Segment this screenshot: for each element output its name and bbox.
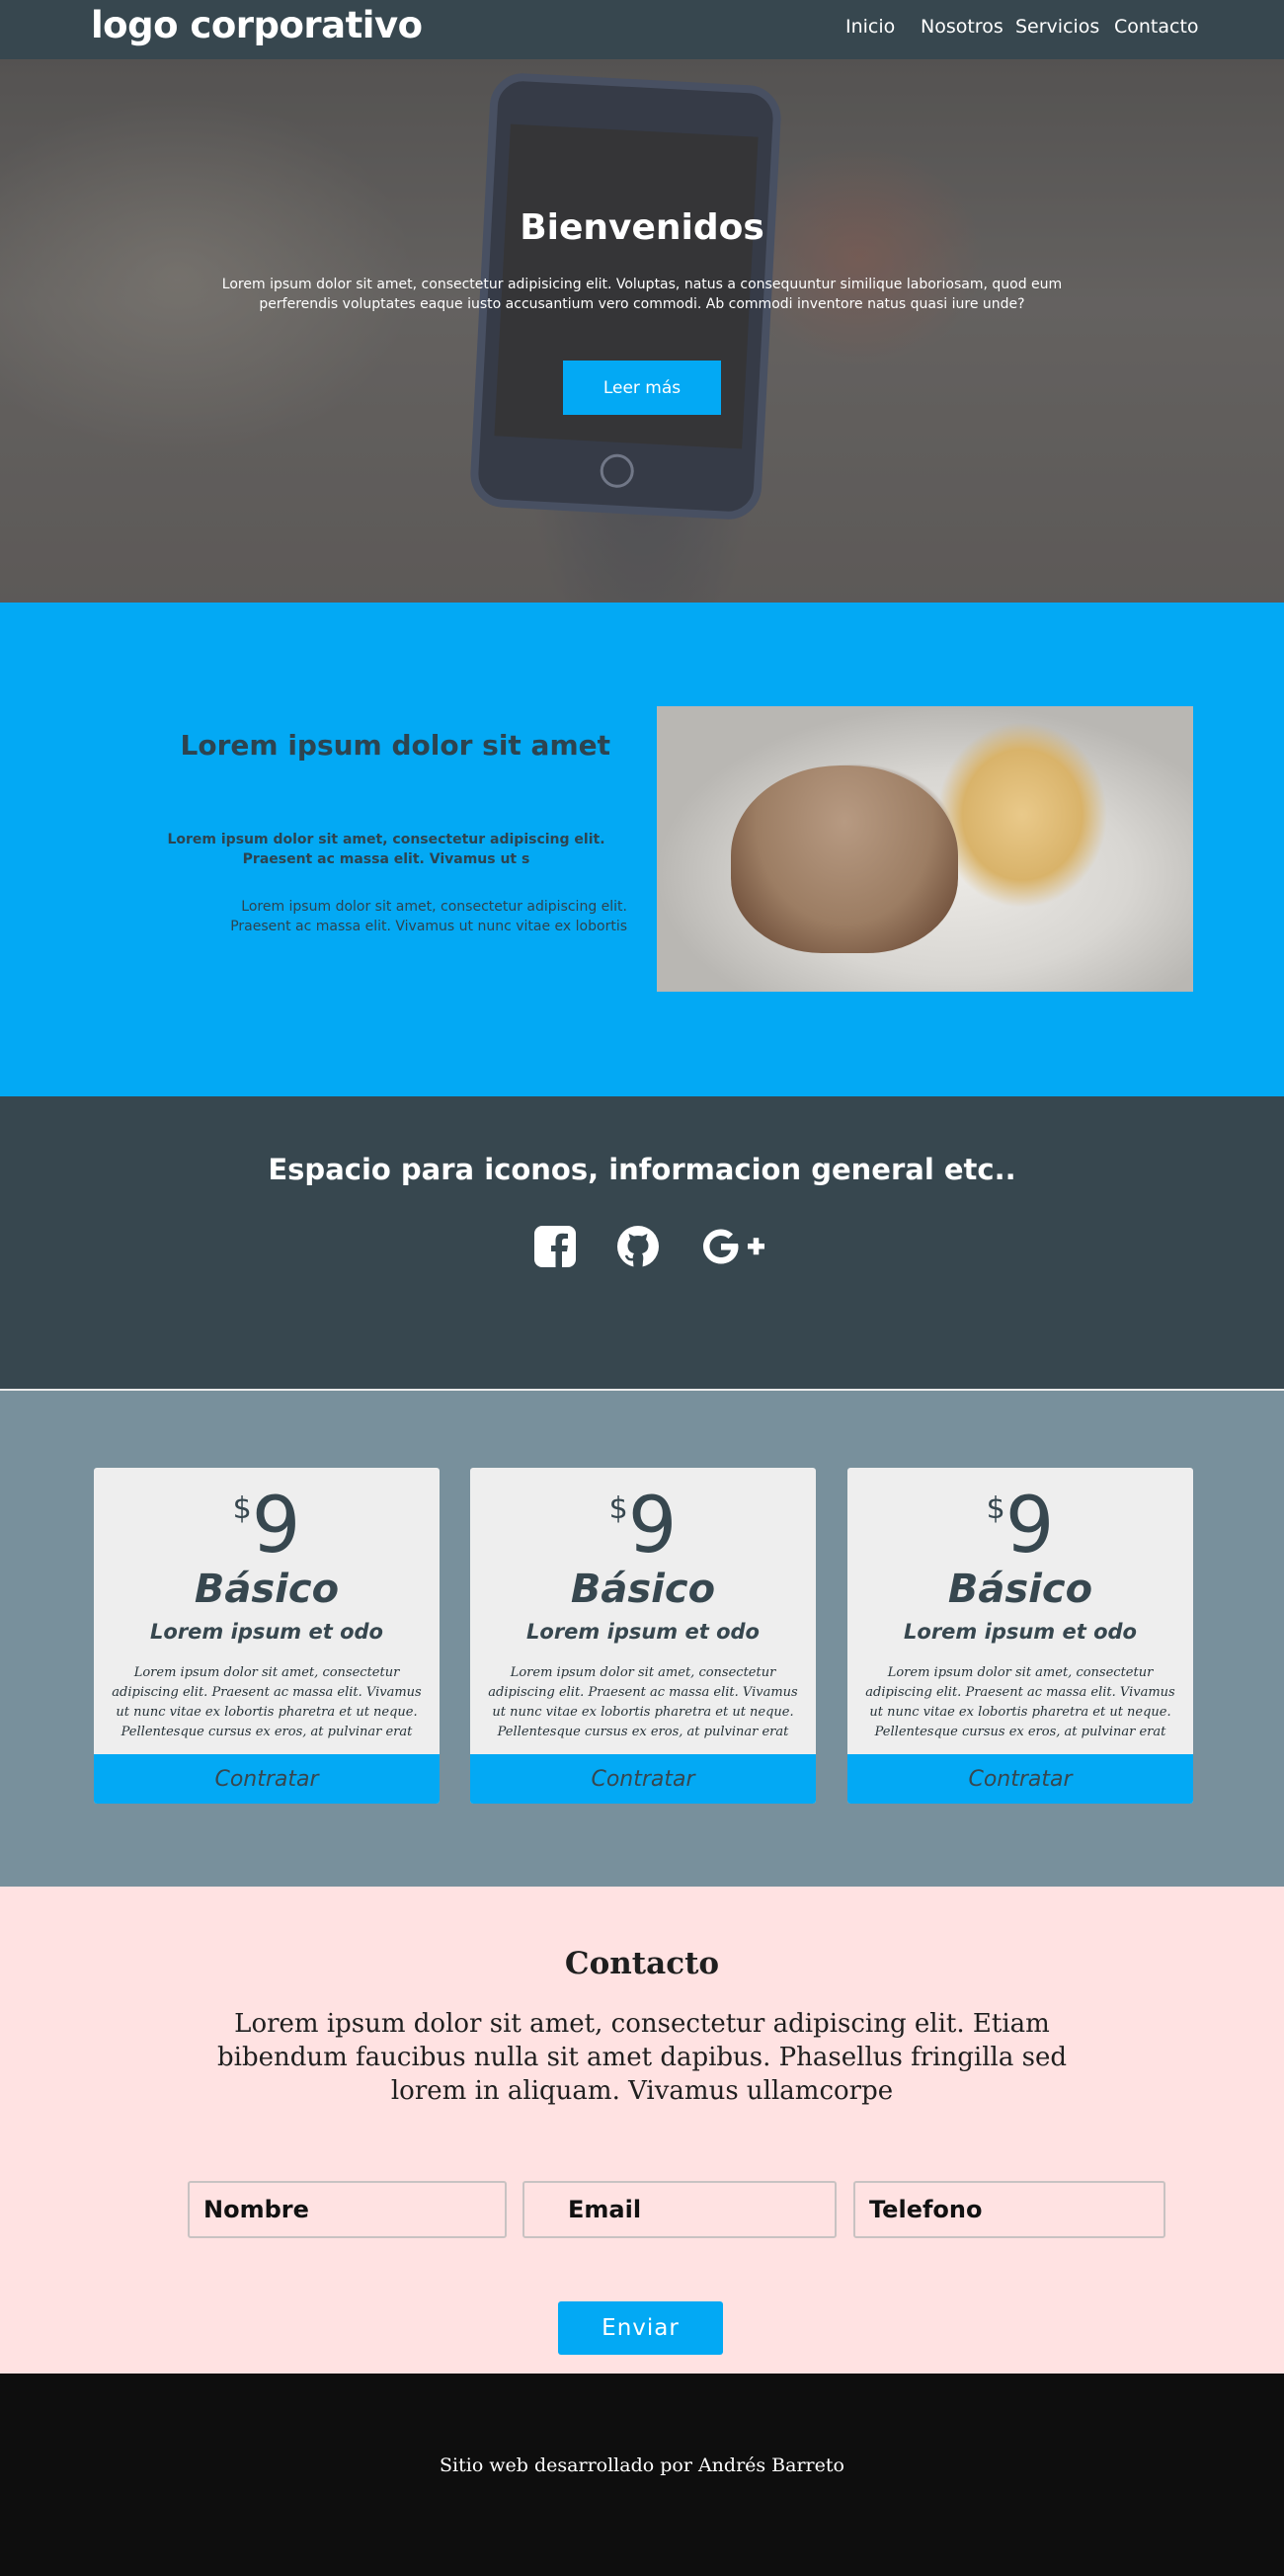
logo[interactable]: logo corporativo — [91, 4, 423, 46]
nav-link-contacto[interactable]: Contacto — [1114, 16, 1199, 38]
plan-subtitle: Lorem ipsum et odo — [526, 1620, 760, 1644]
icons-section: Espacio para iconos, informacion general… — [0, 1096, 1284, 1391]
hire-button[interactable]: Contratar — [470, 1754, 816, 1804]
name-field[interactable] — [188, 2181, 507, 2238]
plan-description: Lorem ipsum dolor sit amet, consectetur … — [112, 1665, 422, 1739]
nav-link-servicios[interactable]: Servicios — [1015, 16, 1099, 38]
facebook-icon[interactable] — [533, 1225, 577, 1268]
currency-symbol: $ — [608, 1491, 628, 1526]
hero-text: Lorem ipsum dolor sit amet, consectetur … — [221, 277, 1063, 312]
pricing-card: $9 Básico Lorem ipsum et odo Lorem ipsum… — [94, 1468, 440, 1804]
plan-name: Básico — [570, 1567, 716, 1612]
hire-button[interactable]: Contratar — [94, 1754, 440, 1804]
read-more-button[interactable]: Leer más — [563, 361, 721, 415]
contact-title: Contacto — [564, 1946, 720, 1981]
about-bold-text: Lorem ipsum dolor sit amet, consectetur … — [167, 832, 605, 867]
navbar: logo corporativo Inicio Nosotros Servici… — [0, 0, 1284, 59]
hire-button[interactable]: Contratar — [847, 1754, 1193, 1804]
price-amount: 9 — [627, 1482, 678, 1570]
pricing-card: $9 Básico Lorem ipsum et odo Lorem ipsum… — [470, 1468, 816, 1804]
burger-image — [657, 706, 1193, 992]
card-price: $9 — [470, 1488, 816, 1565]
footer: Sitio web desarrollado por Andrés Barret… — [0, 2374, 1284, 2576]
hero-section: Bienvenidos Lorem ipsum dolor sit amet, … — [0, 59, 1284, 603]
footer-credit: Sitio web desarrollado por Andrés Barret… — [440, 2455, 844, 2476]
github-icon[interactable] — [616, 1225, 660, 1268]
plan-name: Básico — [947, 1567, 1093, 1612]
burger-bun — [731, 765, 958, 953]
plan-description: Lorem ipsum dolor sit amet, consectetur … — [865, 1665, 1175, 1739]
google-plus-icon[interactable] — [699, 1225, 768, 1268]
price-amount: 9 — [251, 1482, 301, 1570]
hero-title: Bienvenidos — [520, 207, 764, 248]
nav-link-nosotros[interactable]: Nosotros — [921, 16, 1003, 38]
card-price: $9 — [94, 1488, 440, 1565]
about-section: Lorem ipsum dolor sit amet Lorem ipsum d… — [0, 603, 1284, 1096]
about-title: Lorem ipsum dolor sit amet — [180, 729, 610, 762]
plan-name: Básico — [194, 1567, 340, 1612]
currency-symbol: $ — [986, 1491, 1005, 1526]
currency-symbol: $ — [232, 1491, 252, 1526]
pricing-card: $9 Básico Lorem ipsum et odo Lorem ipsum… — [847, 1468, 1193, 1804]
plan-subtitle: Lorem ipsum et odo — [904, 1620, 1137, 1644]
card-price: $9 — [847, 1488, 1193, 1565]
plan-description: Lorem ipsum dolor sit amet, consectetur … — [488, 1665, 798, 1739]
email-field[interactable] — [522, 2181, 837, 2238]
hero-overlay — [0, 59, 1284, 603]
about-text: Lorem ipsum dolor sit amet, consectetur … — [230, 899, 627, 934]
icons-title: Espacio para iconos, informacion general… — [268, 1153, 1016, 1186]
phone-field[interactable] — [853, 2181, 1165, 2238]
price-amount: 9 — [1004, 1482, 1055, 1570]
plan-subtitle: Lorem ipsum et odo — [150, 1620, 383, 1644]
contact-text: Lorem ipsum dolor sit amet, consectetur … — [217, 2009, 1067, 2106]
send-button[interactable]: Enviar — [558, 2301, 723, 2355]
contact-section: Contacto Lorem ipsum dolor sit amet, con… — [0, 1887, 1284, 2374]
pricing-section: $9 Básico Lorem ipsum et odo Lorem ipsum… — [0, 1391, 1284, 1887]
nav-link-inicio[interactable]: Inicio — [845, 16, 895, 38]
